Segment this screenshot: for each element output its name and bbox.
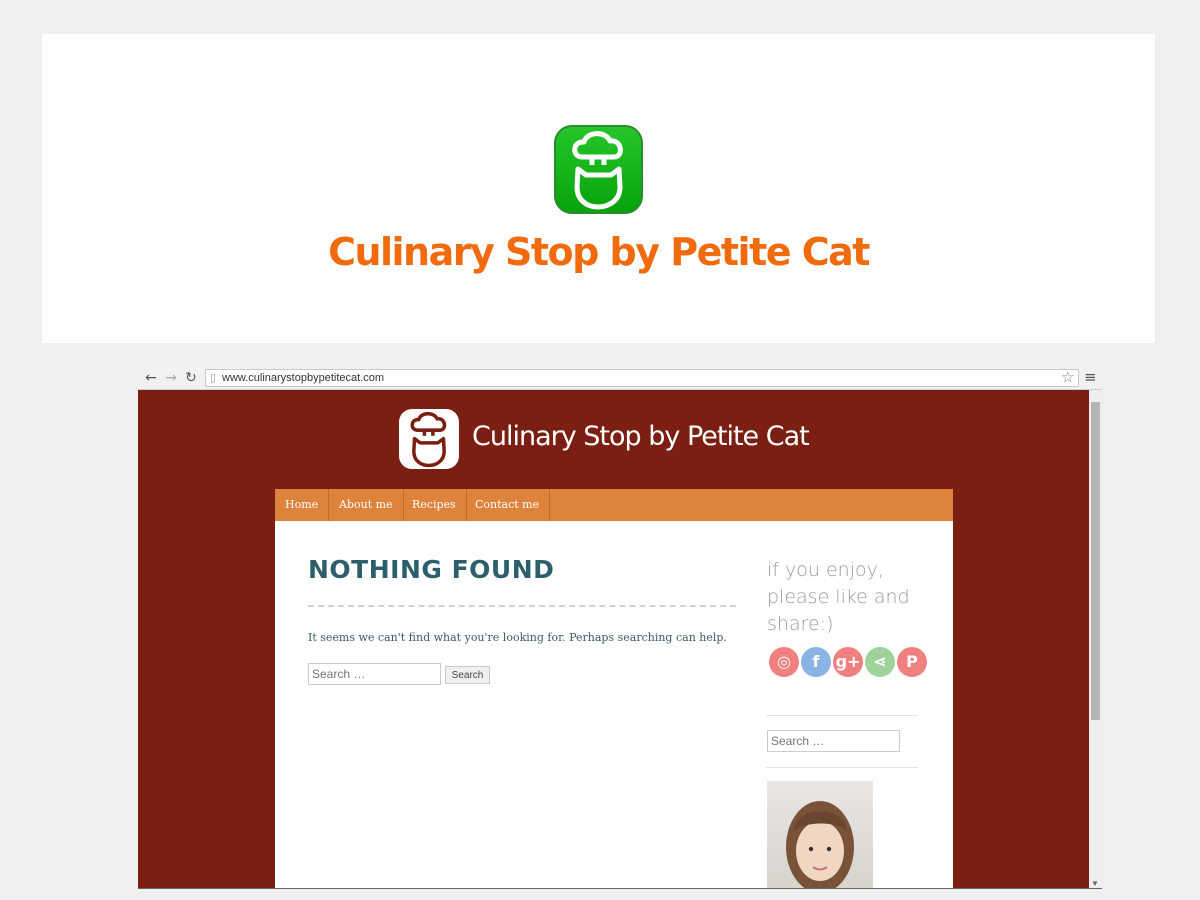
logo-title: Culinary Stop by Petite Cat xyxy=(328,230,870,274)
scroll-down-arrow-icon[interactable]: ▼ xyxy=(1091,879,1099,888)
sidebar-search-input[interactable] xyxy=(767,730,900,752)
avatar xyxy=(767,781,873,888)
content-area: NOTHING FOUND It seems we can't find wha… xyxy=(275,521,953,888)
share-icon[interactable]: ⋖ xyxy=(865,647,895,677)
share-glyph: ⋖ xyxy=(873,652,887,671)
search-button[interactable]: Search xyxy=(445,666,490,684)
pinterest-glyph: P xyxy=(906,652,918,671)
search-input[interactable] xyxy=(308,663,441,685)
facebook-icon[interactable]: f xyxy=(801,647,831,677)
sidebar-divider xyxy=(766,715,918,716)
logo-panel: Culinary Stop by Petite Cat xyxy=(42,34,1155,343)
nav-item-recipes[interactable]: Recipes xyxy=(402,489,467,521)
nav-item-about[interactable]: About me xyxy=(329,489,404,521)
weibo-icon[interactable]: ◎ xyxy=(769,647,799,677)
scrollbar[interactable]: ▼ xyxy=(1089,390,1102,888)
browser-toolbar: ← → ↻ ▯ www.culinarystopbypetitecat.com … xyxy=(138,367,1102,390)
googleplus-icon[interactable]: g+ xyxy=(833,647,863,677)
site-logo-icon[interactable] xyxy=(399,409,459,469)
googleplus-glyph: g+ xyxy=(835,652,861,671)
reload-icon[interactable]: ↻ xyxy=(182,368,200,388)
url-text[interactable]: www.culinarystopbypetitecat.com xyxy=(222,372,384,384)
menu-icon[interactable]: ≡ xyxy=(1084,368,1097,386)
browser-window: ← → ↻ ▯ www.culinarystopbypetitecat.com … xyxy=(138,367,1102,889)
back-arrow-icon[interactable]: ← xyxy=(142,368,160,388)
star-icon[interactable]: ☆ xyxy=(1061,368,1074,386)
facebook-glyph: f xyxy=(812,652,820,671)
heading-divider xyxy=(308,605,736,607)
page-icon: ▯ xyxy=(210,371,217,384)
share-prompt: if you enjoy, please like and share:) xyxy=(767,559,910,635)
chef-cat-icon xyxy=(554,125,643,214)
sidebar-divider xyxy=(766,767,918,768)
nav-item-home[interactable]: Home xyxy=(275,489,330,521)
not-found-message: It seems we can't find what you're looki… xyxy=(308,631,727,644)
address-bar[interactable]: ▯ www.culinarystopbypetitecat.com xyxy=(205,369,1079,387)
scroll-thumb[interactable] xyxy=(1091,402,1100,720)
page-title: NOTHING FOUND xyxy=(308,555,555,584)
site-title[interactable]: Culinary Stop by Petite Cat xyxy=(472,421,810,452)
weibo-glyph: ◎ xyxy=(777,652,791,671)
pinterest-icon[interactable]: P xyxy=(897,647,927,677)
nav-item-contact[interactable]: Contact me xyxy=(465,489,551,521)
forward-arrow-icon[interactable]: → xyxy=(162,368,180,388)
main-nav: Home About me Recipes Contact me xyxy=(275,489,953,521)
